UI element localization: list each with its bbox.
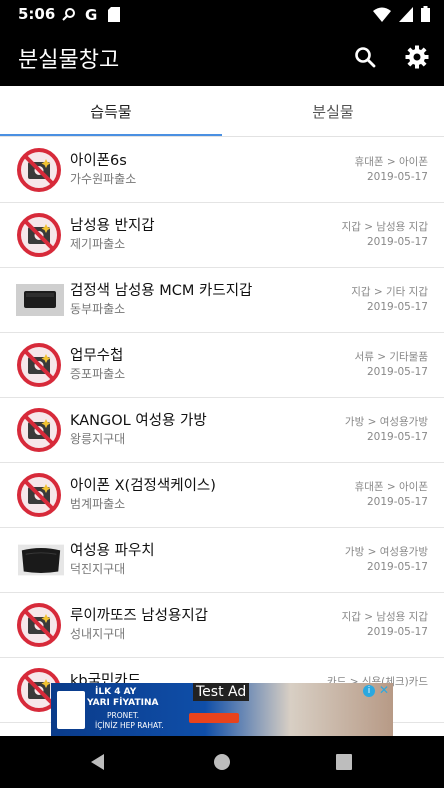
recents-icon <box>336 754 352 770</box>
item-title: 검정색 남성용 MCM 카드지갑 <box>70 283 253 299</box>
ad-product-image <box>57 691 85 729</box>
item-location: 증포파출소 <box>70 367 126 381</box>
home-button[interactable] <box>210 750 234 774</box>
svg-text:G: G <box>85 6 97 22</box>
search-button[interactable] <box>350 42 380 72</box>
item-title: 아이폰6s <box>70 153 127 169</box>
item-date: 2019-05-17 <box>366 431 428 443</box>
item-title: 루이까또즈 남성용지갑 <box>70 608 209 624</box>
no-photo-icon <box>17 343 61 387</box>
item-list[interactable]: 아이폰6s 가수원파출소 휴대폰 > 아이폰 2019-05-17 남성용 반지… <box>0 138 444 736</box>
wallet-photo <box>16 284 64 316</box>
ad-headline-2: YARI FİYATINA <box>87 698 159 708</box>
ad-cta-button[interactable] <box>189 713 239 723</box>
item-location: 덕진지구대 <box>70 562 126 576</box>
item-date: 2019-05-17 <box>366 236 428 248</box>
item-title: 남성용 반지갑 <box>70 218 155 234</box>
item-title: 업무수첩 <box>70 348 124 364</box>
close-icon[interactable]: ✕ <box>379 683 389 697</box>
search-icon <box>62 8 75 21</box>
no-photo-icon <box>17 603 61 647</box>
list-item[interactable]: 아이폰6s 가수원파출소 휴대폰 > 아이폰 2019-05-17 <box>0 138 444 203</box>
item-location: 왕릉지구대 <box>70 432 126 446</box>
item-category: 휴대폰 > 아이폰 <box>354 156 428 168</box>
home-icon <box>214 754 230 770</box>
ad-test-label: Test Ad <box>193 683 250 701</box>
nav-bar <box>0 736 444 788</box>
status-system-icons <box>373 6 430 22</box>
sd-card-icon <box>108 6 120 22</box>
settings-button[interactable] <box>402 42 432 72</box>
item-location: 성내지구대 <box>70 627 126 641</box>
tab-lost[interactable]: 분실물 <box>222 86 444 136</box>
item-location: 동부파출소 <box>70 302 126 316</box>
pouch-photo <box>18 544 64 576</box>
gear-icon <box>405 45 429 69</box>
wifi-icon <box>373 7 391 22</box>
item-category: 가방 > 여성용가방 <box>344 416 428 428</box>
item-location: 제기파출소 <box>70 237 126 251</box>
item-date: 2019-05-17 <box>366 496 428 508</box>
item-category: 서류 > 기타물품 <box>354 351 428 363</box>
status-bar: 5:06 G <box>0 0 444 28</box>
app-bar: 분실물창고 <box>0 28 444 86</box>
ad-headline-1: İLK 4 AY <box>95 687 137 697</box>
recents-button[interactable] <box>332 750 356 774</box>
item-category: 지갑 > 남성용 지갑 <box>341 611 428 623</box>
list-item[interactable]: 루이까또즈 남성용지갑 성내지구대 지갑 > 남성용 지갑 2019-05-17 <box>0 593 444 658</box>
tab-lost-label: 분실물 <box>312 102 354 121</box>
list-item[interactable]: 아이폰 X(검정색케이스) 범계파출소 휴대폰 > 아이폰 2019-05-17 <box>0 463 444 528</box>
item-date: 2019-05-17 <box>366 301 428 313</box>
no-photo-icon <box>17 408 61 452</box>
tab-bar: 습득물 분실물 <box>0 86 444 137</box>
item-date: 2019-05-17 <box>366 561 428 573</box>
tab-found[interactable]: 습득물 <box>0 86 222 136</box>
item-date: 2019-05-17 <box>366 366 428 378</box>
item-title: 아이폰 X(검정색케이스) <box>70 478 216 494</box>
item-category: 가방 > 여성용가방 <box>344 546 428 558</box>
item-location: 범계파출소 <box>70 497 126 511</box>
ad-tagline: İÇİNİZ HEP RAHAT. <box>95 721 164 730</box>
search-icon <box>355 47 376 68</box>
tab-found-label: 습득물 <box>90 102 132 121</box>
google-icon: G <box>85 6 97 22</box>
app-title: 분실물창고 <box>18 48 120 73</box>
list-item[interactable]: 여성용 파우치 덕진지구대 가방 > 여성용가방 2019-05-17 <box>0 528 444 593</box>
no-photo-icon <box>17 148 61 192</box>
back-icon <box>91 754 104 770</box>
ad-banner[interactable]: İLK 4 AY YARI FİYATINA PRONET. İÇİNİZ HE… <box>51 683 393 736</box>
tab-indicator <box>0 134 222 136</box>
item-category: 휴대폰 > 아이폰 <box>354 481 428 493</box>
item-title: KANGOL 여성용 가방 <box>70 413 207 429</box>
list-item[interactable]: KANGOL 여성용 가방 왕릉지구대 가방 > 여성용가방 2019-05-1… <box>0 398 444 463</box>
item-category: 지갑 > 남성용 지갑 <box>341 221 428 233</box>
signal-icon <box>399 6 413 22</box>
battery-icon <box>421 6 430 22</box>
no-photo-icon <box>17 213 61 257</box>
list-item[interactable]: 검정색 남성용 MCM 카드지갑 동부파출소 지갑 > 기타 지갑 2019-0… <box>0 268 444 333</box>
ad-brand: PRONET. <box>107 711 140 720</box>
list-item[interactable]: 남성용 반지갑 제기파출소 지갑 > 남성용 지갑 2019-05-17 <box>0 203 444 268</box>
item-date: 2019-05-17 <box>366 626 428 638</box>
info-icon[interactable]: i <box>363 685 375 697</box>
list-item[interactable]: 업무수첩 증포파출소 서류 > 기타물품 2019-05-17 <box>0 333 444 398</box>
status-time: 5:06 <box>18 5 56 23</box>
item-location: 가수원파출소 <box>70 172 137 186</box>
item-category: 지갑 > 기타 지갑 <box>351 286 428 298</box>
no-photo-icon <box>17 473 61 517</box>
back-button[interactable] <box>86 750 110 774</box>
item-title: 여성용 파우치 <box>70 543 155 559</box>
status-notification-icons: G <box>62 6 120 22</box>
item-date: 2019-05-17 <box>366 171 428 183</box>
